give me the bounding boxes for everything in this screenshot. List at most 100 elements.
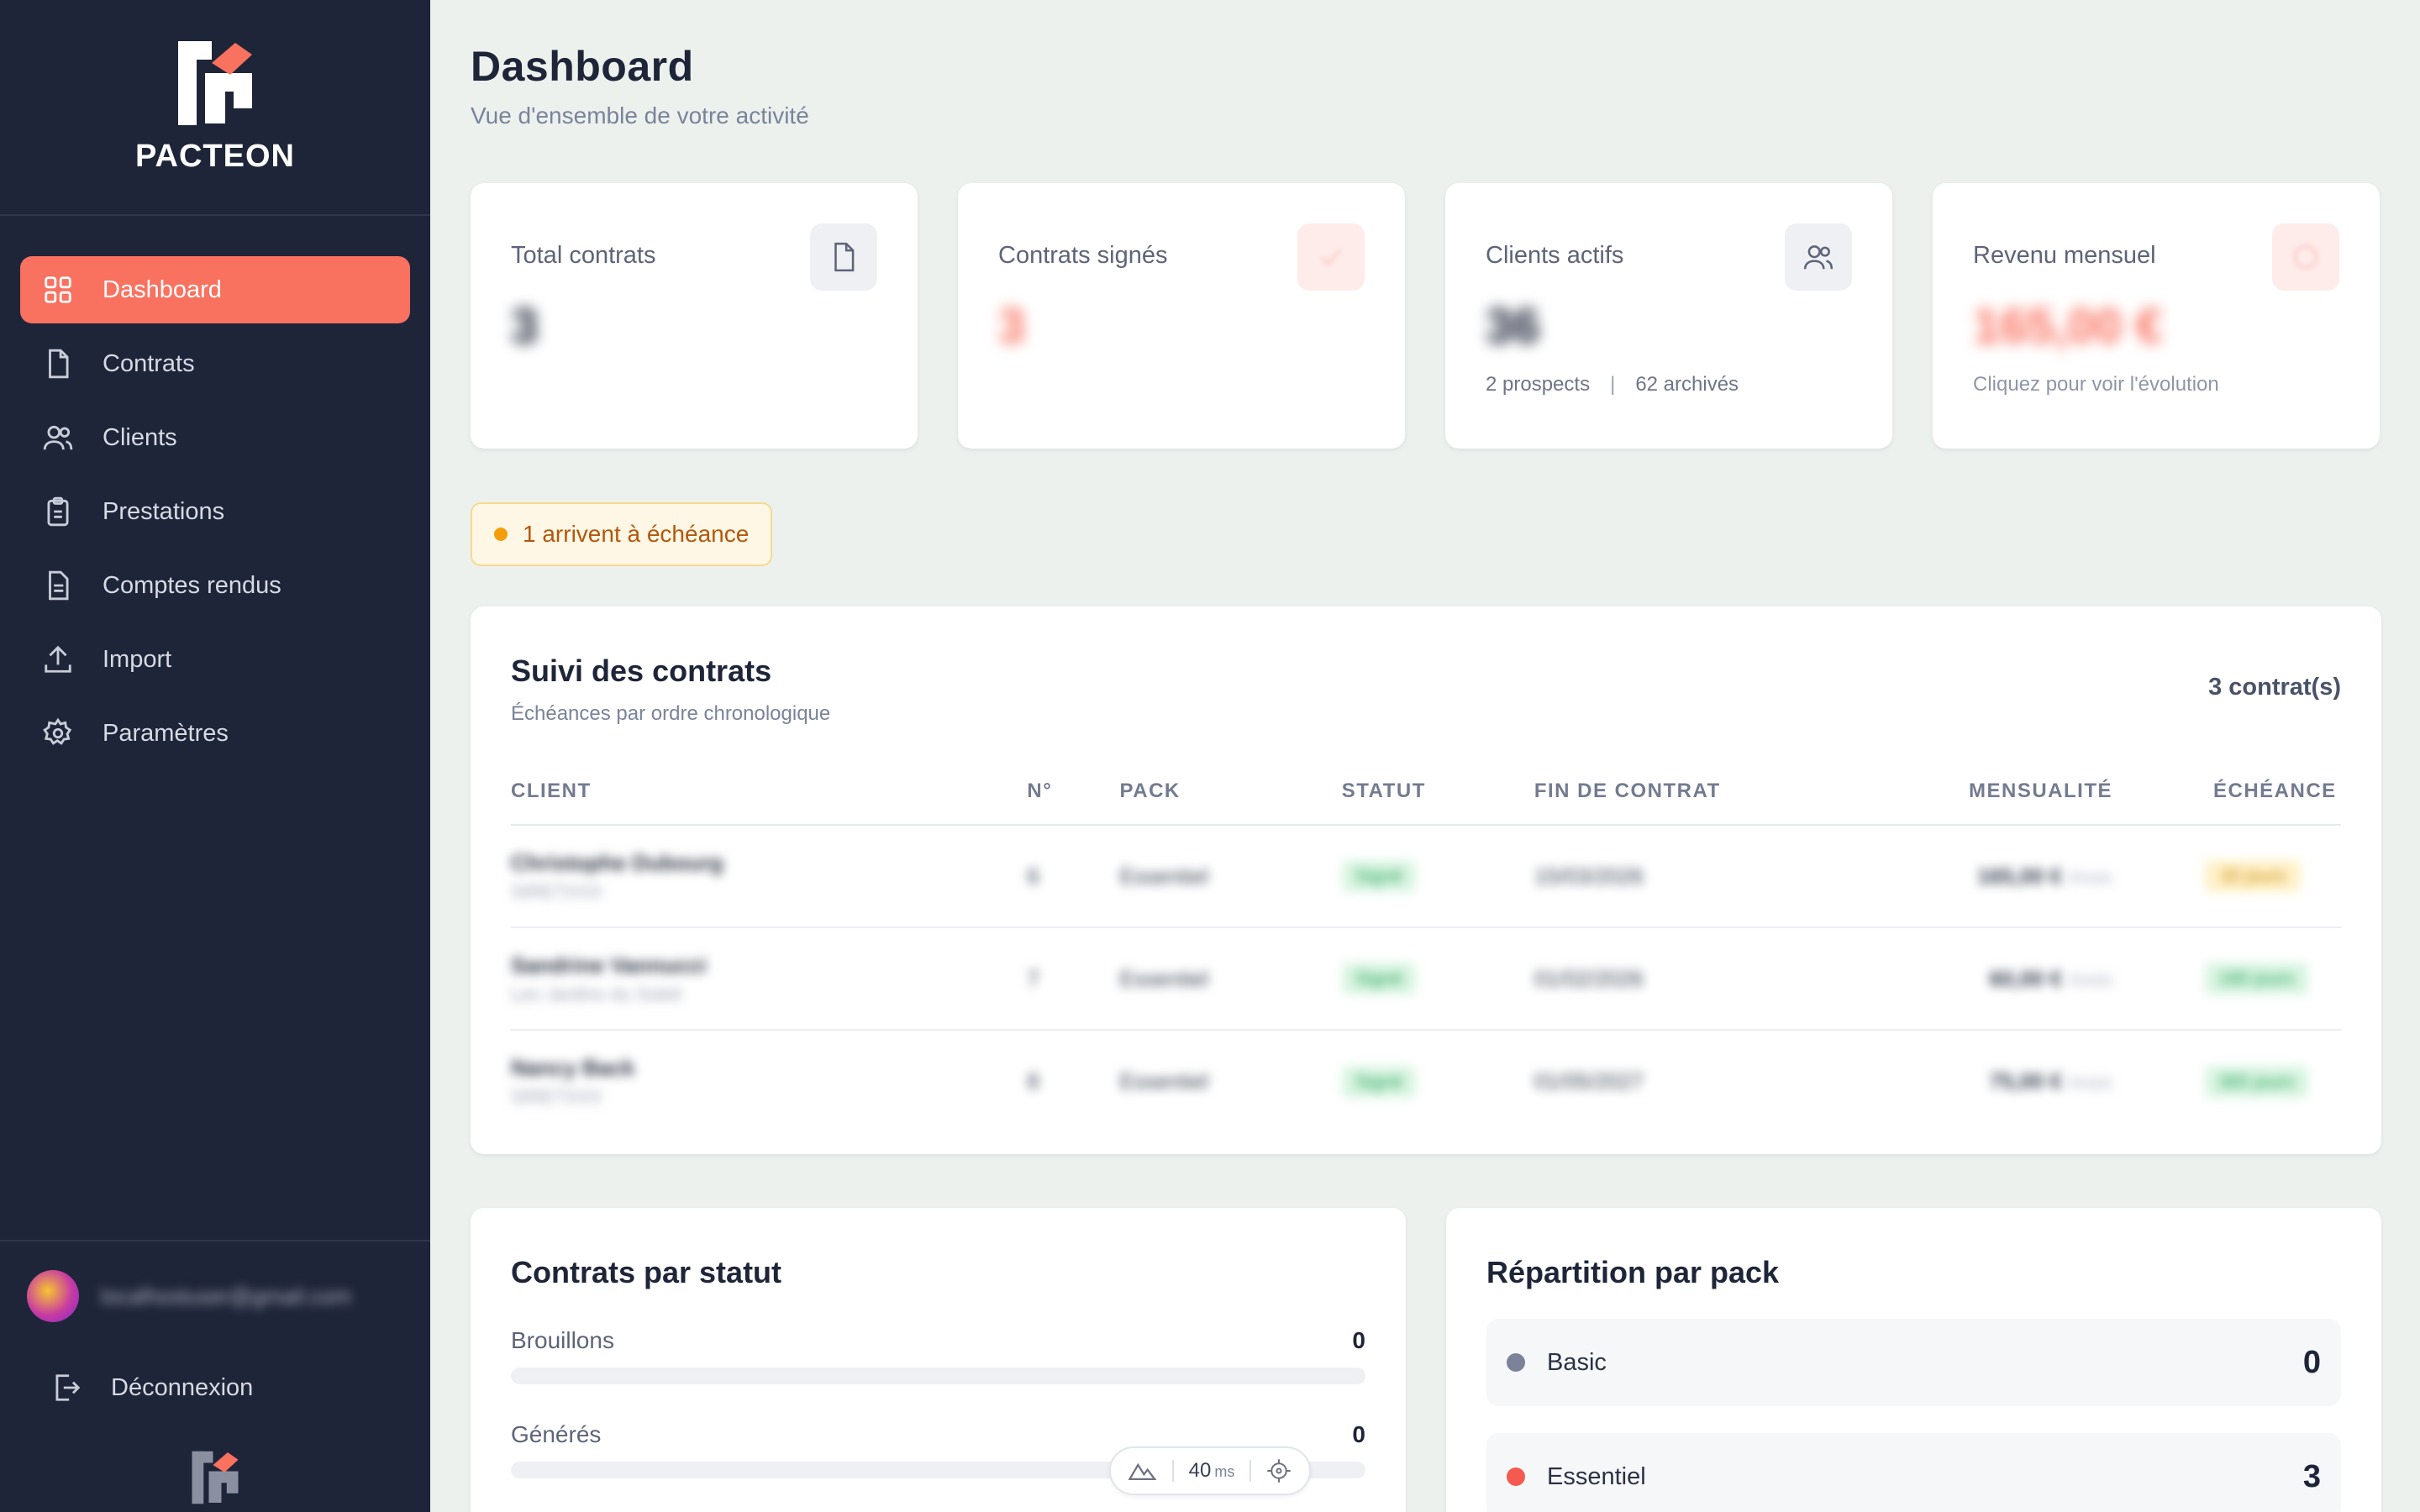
expiring-alert-badge[interactable]: 1 arrivent à échéance: [471, 502, 773, 566]
pack-dot-icon: [1507, 1467, 1525, 1486]
client-sub: SIRETXXX: [511, 880, 602, 902]
pack-count: 3: [2302, 1458, 2321, 1494]
cell-pack: Essentiel: [1119, 927, 1342, 1031]
sidebar-item-contrats[interactable]: Contrats: [20, 330, 410, 397]
amount: 60,00 €: [1989, 965, 2063, 991]
cell-fin-contrat: 01/02/2026: [1534, 927, 1905, 1031]
stat-hint: Cliquez pour voir l'évolution: [1973, 373, 2219, 396]
sidebar-item-parametres[interactable]: Paramètres: [20, 700, 410, 767]
bottom-row: Contrats par statut Brouillons 0 Générés…: [471, 1208, 2381, 1512]
pack-item-basic[interactable]: Basic 0: [1486, 1319, 2341, 1406]
stat-meta: 2 prospects | 62 archivés: [1486, 373, 1852, 396]
brand: PACTEON: [0, 0, 430, 216]
column-header-pack[interactable]: PACK: [1119, 758, 1342, 826]
cell-pack: Essentiel: [1119, 825, 1342, 928]
cell-statut: Signé: [1341, 1030, 1534, 1132]
logout-button[interactable]: Déconnexion: [27, 1354, 403, 1421]
status-label: Brouillons: [511, 1327, 614, 1353]
status-panel-title: Contrats par statut: [511, 1255, 782, 1289]
status-badge: Signé: [1341, 1065, 1417, 1098]
logout-label: Déconnexion: [111, 1373, 254, 1401]
grid-icon: [42, 274, 74, 306]
stat-card-contrats-signes[interactable]: Contrats signés 3: [958, 183, 1405, 449]
cell-statut: Signé: [1341, 927, 1534, 1031]
column-header-fin-contrat[interactable]: FIN DE CONTRAT: [1534, 758, 1905, 826]
check-icon: [1297, 223, 1365, 291]
status-bar-track: [511, 1368, 1365, 1384]
divider: [1171, 1460, 1174, 1482]
sidebar-item-dashboard[interactable]: Dashboard: [20, 256, 410, 323]
cell-numero: 7: [1027, 927, 1120, 1031]
status-value: 0: [1352, 1327, 1365, 1353]
pack-count: 0: [2302, 1344, 2321, 1380]
stat-value: 3: [998, 299, 1026, 354]
prospects-count: 2 prospects: [1486, 373, 1591, 396]
sidebar-item-label: Import: [103, 645, 172, 673]
users-icon: [42, 422, 74, 454]
stat-card-clients-actifs[interactable]: Clients actifs 36 2 prospects | 62 archivé…: [1445, 183, 1892, 449]
column-header-mensualite[interactable]: MENSUALITÉ: [1904, 758, 2112, 826]
contracts-panel: Suivi des contrats Échéances par ordre c…: [471, 606, 2381, 1154]
amount-unit: /mois: [2068, 969, 2112, 990]
sidebar-item-comptes-rendus[interactable]: Comptes rendus: [20, 552, 410, 619]
column-header-numero[interactable]: N°: [1027, 758, 1120, 826]
upload-icon: [42, 643, 74, 675]
brand-small-logo-icon: [192, 1451, 239, 1504]
sidebar-nav: Dashboard Contrats Clients Prestations C…: [0, 216, 430, 767]
sidebar: PACTEON Dashboard Contrats Clients Prest…: [0, 0, 430, 1512]
stat-card-revenu-mensuel[interactable]: Revenu mensuel 165,00 € Cliquez pour voi…: [1933, 183, 2380, 449]
column-header-client[interactable]: CLIENT: [511, 758, 1028, 826]
stat-card-total-contrats[interactable]: Total contrats 3: [471, 183, 918, 449]
brand-name: PACTEON: [135, 139, 295, 174]
status-badge: Signé: [1341, 860, 1417, 892]
page-subtitle: Vue d'ensemble de votre activité: [471, 102, 809, 129]
table-row[interactable]: Nancy Back SIRETXXX 8 Essentiel Signé 01…: [511, 1030, 2341, 1132]
amount-unit: /mois: [2068, 1072, 2112, 1093]
crosshair-icon[interactable]: [1266, 1458, 1292, 1483]
pack-label: Essentiel: [1547, 1462, 1646, 1490]
pack-item-essentiel[interactable]: Essentiel 3: [1486, 1433, 2341, 1512]
cell-echeance: 365 jours: [2112, 1030, 2341, 1132]
contracts-title: Suivi des contrats: [511, 654, 772, 688]
cell-fin-contrat: 15/03/2026: [1534, 825, 1905, 928]
sidebar-item-label: Prestations: [103, 497, 225, 525]
client-name: Nancy Back: [511, 1055, 635, 1080]
sidebar-item-label: Paramètres: [103, 719, 229, 747]
euro-icon: [2272, 223, 2339, 291]
sidebar-item-import[interactable]: Import: [20, 626, 410, 693]
cell-numero: 8: [1027, 1068, 1039, 1094]
status-label: Générés: [511, 1421, 602, 1447]
mountain-icon: [1128, 1462, 1157, 1481]
user-email: localhostuser@gmail.com: [101, 1283, 352, 1309]
client-name: Christophe Dubourg: [511, 849, 723, 875]
client-sub: SIRETXXX: [511, 1086, 602, 1107]
clipboard-icon: [42, 496, 74, 528]
cell-client: Sandrine Vannucci Les Jardins du Soleil: [511, 927, 1028, 1031]
sidebar-item-prestations[interactable]: Prestations: [20, 478, 410, 545]
column-header-statut[interactable]: STATUT: [1341, 758, 1534, 826]
meta-separator: |: [1610, 373, 1616, 396]
sidebar-item-label: Dashboard: [103, 276, 222, 303]
user-profile[interactable]: localhostuser@gmail.com: [27, 1267, 403, 1326]
status-badge: Signé: [1341, 963, 1417, 995]
cell-echeance: 30 jours: [2112, 825, 2341, 928]
pack-panel-title: Répartition par pack: [1486, 1255, 1780, 1289]
users-icon: [1785, 223, 1852, 291]
divider: [1249, 1460, 1252, 1482]
perf-value-wrap: 40 ms: [1189, 1459, 1235, 1483]
performance-widget[interactable]: 40 ms: [1109, 1446, 1311, 1495]
table-row[interactable]: Christophe Dubourg SIRETXXX 6 Essentiel …: [511, 825, 2341, 928]
cell-statut: Signé: [1341, 825, 1534, 928]
main-content: Dashboard Vue d'ensemble de votre activi…: [471, 0, 2381, 1512]
table-row[interactable]: Sandrine Vannucci Les Jardins du Soleil …: [511, 927, 2341, 1031]
column-header-echeance[interactable]: ÉCHÉANCE: [2112, 758, 2341, 826]
sidebar-item-label: Clients: [103, 423, 177, 451]
avatar: [27, 1270, 79, 1322]
cell-pack: Essentiel: [1119, 1068, 1209, 1094]
client-sub: Les Jardins du Soleil: [511, 983, 682, 1005]
due-badge: 180 jours: [2205, 963, 2308, 995]
sidebar-item-clients[interactable]: Clients: [20, 404, 410, 471]
alert-label: 1 arrivent à échéance: [523, 521, 750, 547]
pack-label: Basic: [1547, 1348, 1607, 1376]
archived-count: 62 archivés: [1635, 373, 1739, 396]
